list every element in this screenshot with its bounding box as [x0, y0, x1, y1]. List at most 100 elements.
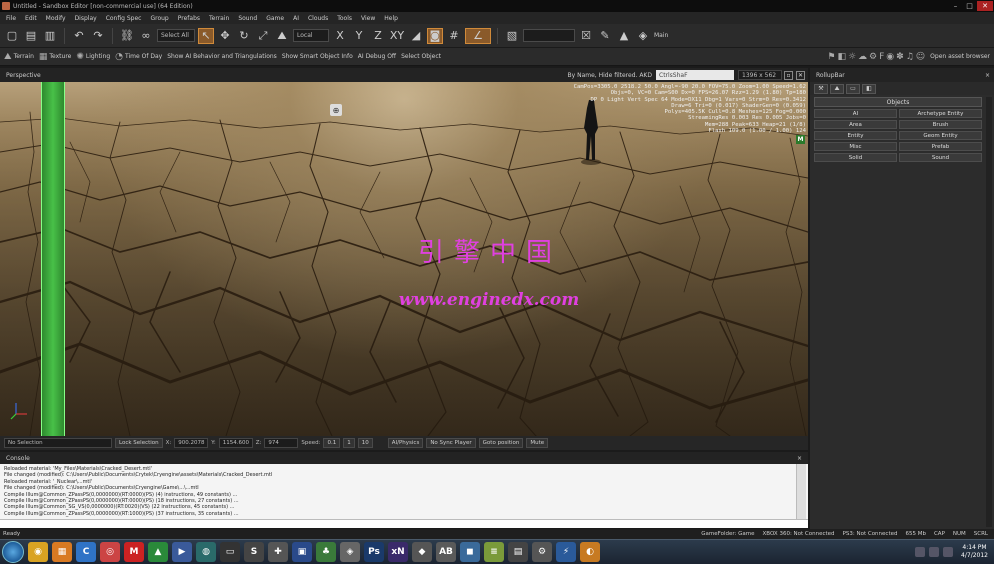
rollup-scrollbar[interactable]	[986, 97, 992, 527]
menu-config-spec[interactable]: Config Spec	[106, 15, 142, 22]
menu-file[interactable]: File	[6, 15, 16, 22]
gmail-icon[interactable]: M	[124, 542, 144, 562]
layers-icon[interactable]: ▧	[504, 28, 520, 44]
tab-objects-icon[interactable]: ⚒	[814, 83, 828, 94]
new-icon[interactable]: ▢	[4, 28, 20, 44]
menu-help[interactable]: Help	[384, 15, 398, 22]
menu-group[interactable]: Group	[150, 15, 168, 22]
menu-edit[interactable]: Edit	[25, 15, 37, 22]
arrow-up-icon[interactable]: ▲	[616, 28, 632, 44]
object-button-area[interactable]: Area	[814, 120, 897, 129]
mute-button[interactable]: Mute	[526, 438, 549, 448]
select-all-dropdown[interactable]: Select All	[157, 29, 195, 42]
tab-terrain-icon[interactable]: ⛰	[830, 83, 844, 94]
open-icon[interactable]: ▤	[23, 28, 39, 44]
flowgraph-icon[interactable]: F	[879, 52, 884, 62]
link-icon[interactable]: ⛓	[119, 28, 135, 44]
time-of-day-button[interactable]: ◔ Time Of Day	[115, 52, 162, 62]
character-icon[interactable]: ☺	[916, 52, 925, 62]
particle-icon[interactable]: ✽	[896, 52, 904, 62]
console-close-icon[interactable]: ×	[797, 455, 802, 462]
globe-icon[interactable]: ◍	[196, 542, 216, 562]
layer-dropdown[interactable]	[523, 29, 575, 42]
goto-position-button[interactable]: Goto position	[478, 438, 524, 448]
terminal-icon[interactable]: ▭	[220, 542, 240, 562]
viewport-search-input[interactable]: CtrlsShaF	[656, 70, 734, 80]
coord-system-dropdown[interactable]: Local	[293, 29, 329, 42]
object-button-brush[interactable]: Brush	[899, 120, 982, 129]
ai-debug-button[interactable]: AI Debug Off	[358, 53, 396, 60]
brush-icon[interactable]: ✎	[597, 28, 613, 44]
main-icon[interactable]: ◈	[635, 28, 651, 44]
viewport-close-icon[interactable]: ✕	[796, 70, 805, 80]
maximize-viewport-icon[interactable]: ▫	[784, 70, 793, 80]
monitor-icon[interactable]: ▣	[292, 542, 312, 562]
terrain-button[interactable]: ⛰ Terrain	[4, 52, 34, 62]
network-icon[interactable]	[915, 547, 926, 557]
axis-x-button[interactable]: X	[332, 28, 348, 44]
tree-icon[interactable]: ♣	[316, 542, 336, 562]
menu-game[interactable]: Game	[266, 15, 284, 22]
gear-icon[interactable]: ⚙	[869, 52, 877, 62]
select-tool-icon[interactable]: ↖	[198, 27, 214, 44]
object-button-ai[interactable]: AI	[814, 109, 897, 118]
unlink-icon[interactable]: ∞	[138, 28, 154, 44]
flag-icon[interactable]	[943, 547, 954, 557]
object-button-archetype-entity[interactable]: Archetype Entity	[899, 109, 982, 118]
console-scrollbar[interactable]	[796, 464, 806, 519]
flash-icon[interactable]: ⚡	[556, 542, 576, 562]
tools-icon[interactable]: ✚	[268, 542, 288, 562]
speed-0-1-button[interactable]: 0.1	[323, 438, 341, 448]
media-icon[interactable]: ▶	[172, 542, 192, 562]
redo-icon[interactable]: ↷	[90, 28, 106, 44]
game-icon[interactable]: ◆	[412, 542, 432, 562]
menu-prefabs[interactable]: Prefabs	[178, 15, 200, 22]
material-icon[interactable]: ◉	[886, 52, 894, 62]
app-c-icon[interactable]: C	[76, 542, 96, 562]
light-icon[interactable]: ☼	[848, 52, 856, 62]
object-button-solid[interactable]: Solid	[814, 153, 897, 162]
volume-icon[interactable]	[929, 547, 940, 557]
notepad-icon[interactable]: ≡	[484, 542, 504, 562]
chrome-icon[interactable]: ◉	[28, 542, 48, 562]
close-button[interactable]: ✕	[977, 1, 993, 11]
menu-modify[interactable]: Modify	[46, 15, 66, 22]
photo-icon[interactable]: ◈	[340, 542, 360, 562]
y-coordinate-field[interactable]: 1154.600	[218, 438, 253, 448]
clear-icon[interactable]: ☒	[578, 28, 594, 44]
app-blue-icon[interactable]: ◼	[460, 542, 480, 562]
object-button-prefab[interactable]: Prefab	[899, 142, 982, 151]
photoshop-icon[interactable]: Ps	[364, 542, 384, 562]
browser-icon[interactable]: ◎	[100, 542, 120, 562]
undo-icon[interactable]: ↶	[71, 28, 87, 44]
menu-terrain[interactable]: Terrain	[209, 15, 229, 22]
menu-ai[interactable]: AI	[293, 15, 299, 22]
clock[interactable]: 4:14 PM 4/7/2012	[961, 544, 988, 560]
menu-display[interactable]: Display	[75, 15, 97, 22]
select-object-button[interactable]: Select Object	[401, 53, 441, 60]
axis-y-button[interactable]: Y	[351, 28, 367, 44]
sound-icon[interactable]: ♫	[906, 52, 914, 62]
ai-physics-button[interactable]: AI/Physics	[387, 438, 424, 448]
crysis-icon[interactable]: ◐	[580, 542, 600, 562]
tab-display-icon[interactable]: ▭	[846, 83, 860, 94]
rollup-close-icon[interactable]: ×	[985, 72, 990, 79]
texture-button[interactable]: ▦ Texture	[39, 52, 71, 62]
object-button-geom-entity[interactable]: Geom Entity	[899, 131, 982, 140]
entity-helper-icon[interactable]: ⊕	[330, 104, 342, 116]
save-icon[interactable]: ▥	[42, 28, 58, 44]
open-asset-browser-button[interactable]: Open asset browser	[930, 53, 990, 60]
axis-z-button[interactable]: Z	[370, 28, 386, 44]
app-s-icon[interactable]: S	[244, 542, 264, 562]
lock-selection-button[interactable]: Lock Selection	[115, 438, 163, 448]
cloud-icon[interactable]: ☁	[858, 52, 867, 62]
axis-xy-button[interactable]: XY	[389, 28, 405, 44]
app-green-icon[interactable]: ▲	[148, 542, 168, 562]
maximize-button[interactable]: □	[963, 1, 976, 11]
rotate-icon[interactable]: ↻	[236, 28, 252, 44]
tab-layers-icon[interactable]: ◧	[862, 83, 876, 94]
menu-tools[interactable]: Tools	[337, 15, 352, 22]
start-button[interactable]	[2, 541, 24, 563]
grid-icon[interactable]: #	[446, 28, 462, 44]
console-input[interactable]	[0, 519, 808, 528]
